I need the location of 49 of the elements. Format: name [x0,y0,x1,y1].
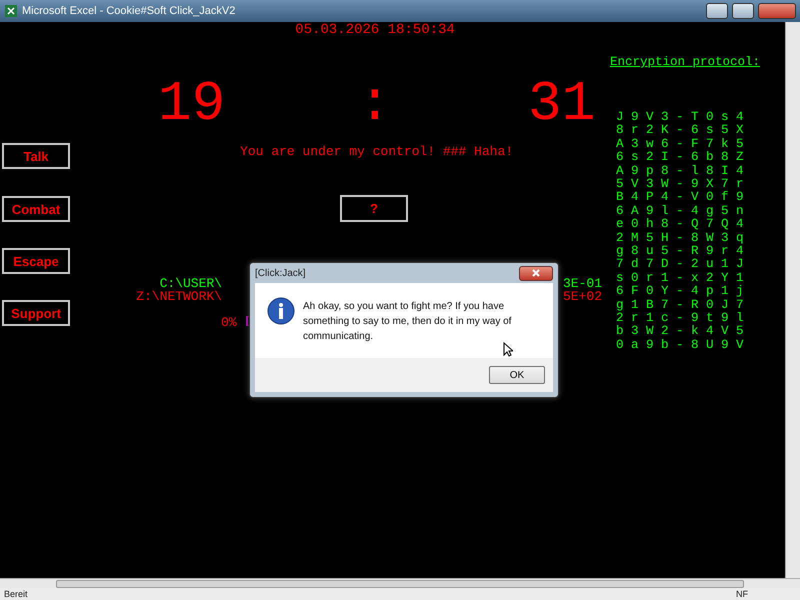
encryption-code: 7 d 7 D - 2 u 1 J [616,258,744,272]
vertical-scrollbar[interactable] [785,22,800,578]
encryption-code: e 0 h 8 - Q 7 Q 4 [616,218,744,232]
dialog-message: Ah okay, so you want to fight me? If you have something to say to me, then do it in my way of communicating. [303,300,512,344]
window-title: Microsoft Excel - Cookie#Soft Click_JackV2 [22,4,236,19]
close-button[interactable] [519,266,553,280]
timer-separator: : [358,76,392,132]
encryption-code: 2 M 5 H - 8 W 3 q [616,232,744,245]
status-text: Bereit [4,588,28,600]
encryption-code: J 9 V 3 - T 0 s 4 [616,111,744,124]
progress-text: 0% [221,314,237,332]
encryption-code: 0 a 9 b - 8 U 9 V [616,338,744,352]
status-message: You are under my control! ### Haha! [240,143,514,161]
menu-button[interactable]: Support [2,300,70,326]
value-text: 3E-01 [563,275,602,291]
maximize-button[interactable] [732,3,754,19]
encryption-code: A 9 p 8 - l 8 I 4 [616,164,744,178]
encryption-code: 6 F 0 Y - 4 p 1 j [616,285,744,299]
spreadsheet-icon [4,4,18,18]
encryption-code: g 1 B 7 - R 0 J 7 [616,298,744,312]
menu-button[interactable]: Combat [2,196,70,222]
status-indicator: NF [736,588,748,600]
encryption-code: 5 V 3 W - 9 X 7 r [616,178,744,191]
close-icon [532,269,540,277]
value-text: 5E+02 [563,288,602,306]
encryption-code: B 4 P 4 - V 0 f 9 [616,191,744,205]
encryption-code: s 0 r 1 - x 2 Y 1 [616,272,744,285]
minimize-button[interactable] [706,3,728,19]
encryption-code: 6 s 2 I - 6 b 8 Z [616,151,744,165]
dialog-title: [Click:Jack] [255,266,306,280]
ok-button[interactable]: OK [489,366,545,384]
menu-button[interactable]: Talk [2,143,70,169]
encryption-code: b 3 W 2 - k 4 V 5 [616,325,744,339]
horizontal-scrollbar[interactable] [0,578,800,588]
menu-button[interactable]: Escape [2,248,70,274]
encryption-code: 2 r 1 c - 9 t 9 l [616,312,744,325]
encryption-title: Encryption protocol: [610,54,760,71]
timer-minutes: 19 [158,76,226,132]
encryption-code: g 8 u 5 - R 9 r 4 [616,245,744,258]
datetime: 05.03.2026 18:50:34 [294,21,456,40]
path-text: Z:\NETWORK\ [136,288,222,306]
encryption-code: A 3 w 6 - F 7 k 5 [616,138,744,151]
encryption-code: 8 r 2 K - 6 s 5 X [616,124,744,138]
timer-seconds: 31 [528,76,596,132]
close-button[interactable] [758,3,796,19]
encryption-code: 6 A 9 l - 4 g 5 n [616,204,744,218]
path-text: C:\USER\ [160,275,222,291]
info-icon [267,297,295,325]
question-box[interactable]: ? [340,195,408,222]
